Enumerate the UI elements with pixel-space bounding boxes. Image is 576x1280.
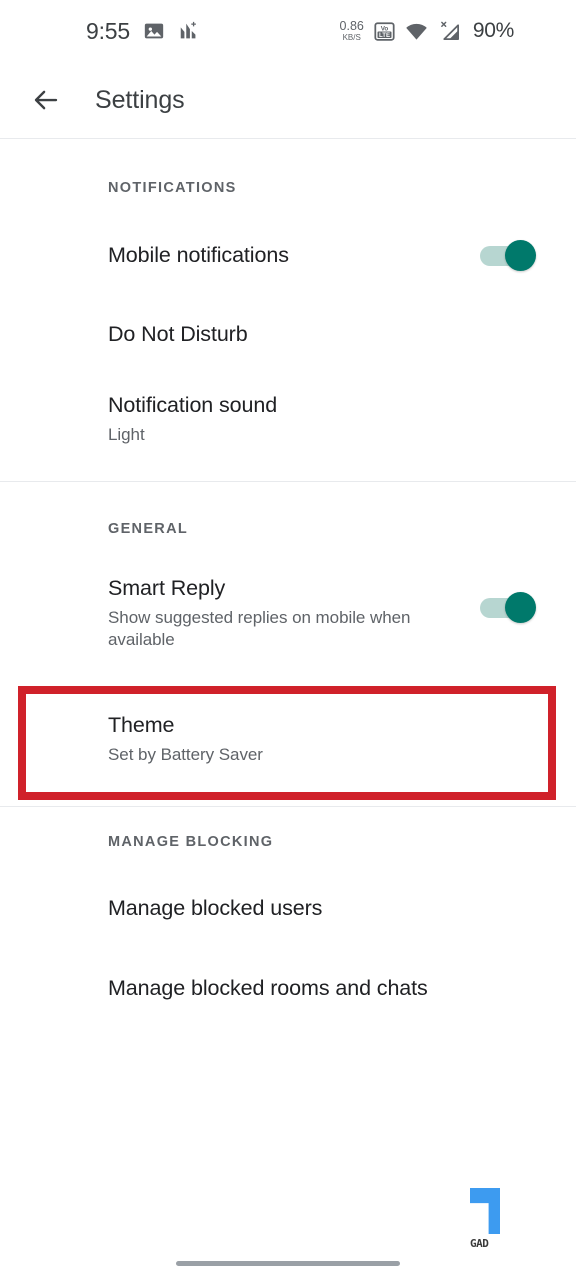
row-texts: Do Not Disturb: [108, 321, 248, 349]
phone-screen: 9:55 0.86 KB/S Vo LTE 90% Settings NOTIF…: [0, 0, 576, 1280]
divider-below-app-bar: [0, 138, 576, 139]
row-texts: Mobile notifications: [108, 242, 289, 270]
toggle-thumb: [505, 240, 536, 271]
battery-percent: 90%: [472, 19, 514, 42]
network-speed-indicator: 0.86 KB/S: [340, 20, 364, 42]
row-subtitle: Show suggested replies on mobile when av…: [108, 607, 411, 649]
row-texts: Theme Set by Battery Saver: [108, 712, 263, 766]
row-notification-sound[interactable]: Notification sound Light: [0, 392, 576, 462]
row-manage-blocked-rooms-and-chats[interactable]: Manage blocked rooms and chats: [0, 964, 576, 1014]
row-texts: Manage blocked users: [108, 895, 322, 923]
section-header-manage-blocking: MANAGE BLOCKING: [108, 834, 274, 850]
row-title: Notification sound: [108, 393, 278, 417]
arrow-back-icon: [31, 85, 61, 115]
volte-icon: Vo LTE: [374, 21, 395, 42]
section-header-notifications: NOTIFICATIONS: [108, 180, 237, 196]
row-texts: Notification sound Light: [108, 392, 277, 446]
back-button[interactable]: [16, 70, 76, 130]
row-mobile-notifications[interactable]: Mobile notifications: [0, 228, 576, 284]
row-smart-reply[interactable]: Smart Reply Show suggested replies on mo…: [0, 575, 576, 663]
status-bar-left: 9:55: [86, 18, 200, 45]
watermark-label: GAD: [470, 1237, 489, 1250]
app-bar: Settings: [0, 62, 576, 138]
divider-notifications-general: [0, 481, 576, 482]
row-title: Do Not Disturb: [108, 322, 248, 347]
image-icon: [143, 20, 165, 42]
row-texts: Smart Reply Show suggested replies on mo…: [108, 575, 438, 651]
row-title: Manage blocked users: [108, 896, 323, 921]
toggle-smart-reply[interactable]: [480, 592, 536, 623]
row-subtitle: Light: [108, 424, 145, 444]
svg-text:LTE: LTE: [379, 31, 390, 38]
row-title: Manage blocked rooms and chats: [108, 976, 428, 1001]
network-speed-rate: 0.86: [339, 19, 364, 34]
row-title: Theme: [108, 713, 175, 737]
toggle-thumb: [505, 592, 536, 623]
section-header-general: GENERAL: [108, 521, 188, 537]
cellular-signal-off-icon: [438, 20, 461, 43]
status-clock: 9:55: [86, 17, 130, 44]
row-theme[interactable]: Theme Set by Battery Saver: [0, 712, 576, 778]
row-subtitle: Set by Battery Saver: [108, 744, 263, 764]
divider-general-blocking: [0, 806, 576, 807]
gesture-nav-pill[interactable]: [176, 1261, 400, 1266]
row-texts: Manage blocked rooms and chats: [108, 975, 428, 1003]
watermark-logo-icon: [470, 1188, 500, 1234]
row-manage-blocked-users[interactable]: Manage blocked users: [0, 884, 576, 934]
status-bar-right: 0.86 KB/S Vo LTE 90%: [340, 19, 515, 43]
watermark-logo: GAD: [470, 1188, 516, 1250]
row-title: Mobile notifications: [108, 243, 289, 268]
row-do-not-disturb[interactable]: Do Not Disturb: [0, 310, 576, 360]
wifi-icon: [405, 20, 428, 43]
toggle-mobile-notifications[interactable]: [480, 240, 536, 271]
network-speed-unit: KB/S: [342, 32, 361, 42]
status-bar: 9:55 0.86 KB/S Vo LTE 90%: [0, 0, 576, 62]
page-title: Settings: [95, 85, 185, 114]
signal-chart-icon: [178, 20, 200, 42]
row-title: Smart Reply: [108, 576, 226, 600]
